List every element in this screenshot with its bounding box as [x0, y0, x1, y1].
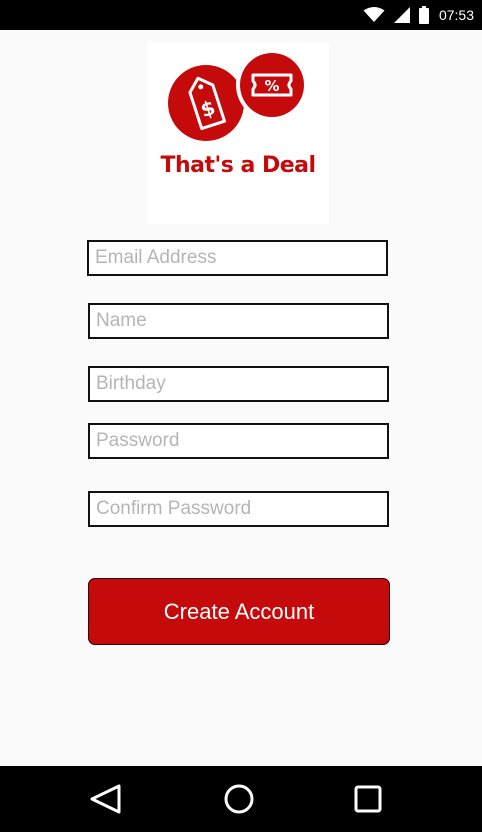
home-icon	[224, 784, 254, 814]
home-button[interactable]	[199, 766, 279, 832]
name-field[interactable]	[88, 303, 389, 339]
back-button[interactable]	[66, 766, 146, 832]
cell-signal-icon	[393, 7, 410, 23]
app-logo: $ % That's a Deal	[147, 42, 329, 224]
status-bar: 07:53	[0, 0, 482, 30]
recents-button[interactable]	[328, 766, 408, 832]
wifi-icon	[363, 7, 385, 22]
recents-icon	[354, 785, 382, 813]
status-icons: 07:53	[363, 0, 474, 30]
create-account-button[interactable]: Create Account	[88, 578, 390, 645]
confirm-password-field[interactable]	[88, 491, 389, 527]
logo-title: That's a Deal	[160, 153, 316, 178]
battery-icon	[418, 6, 429, 24]
logo-graphic: $ %	[168, 49, 308, 141]
coupon-symbol: %	[264, 77, 279, 95]
status-time: 07:53	[438, 7, 474, 23]
birthday-field[interactable]	[88, 366, 389, 402]
email-field[interactable]	[87, 240, 388, 276]
password-field[interactable]	[88, 423, 389, 459]
navigation-bar	[0, 766, 482, 832]
back-icon	[90, 784, 121, 814]
